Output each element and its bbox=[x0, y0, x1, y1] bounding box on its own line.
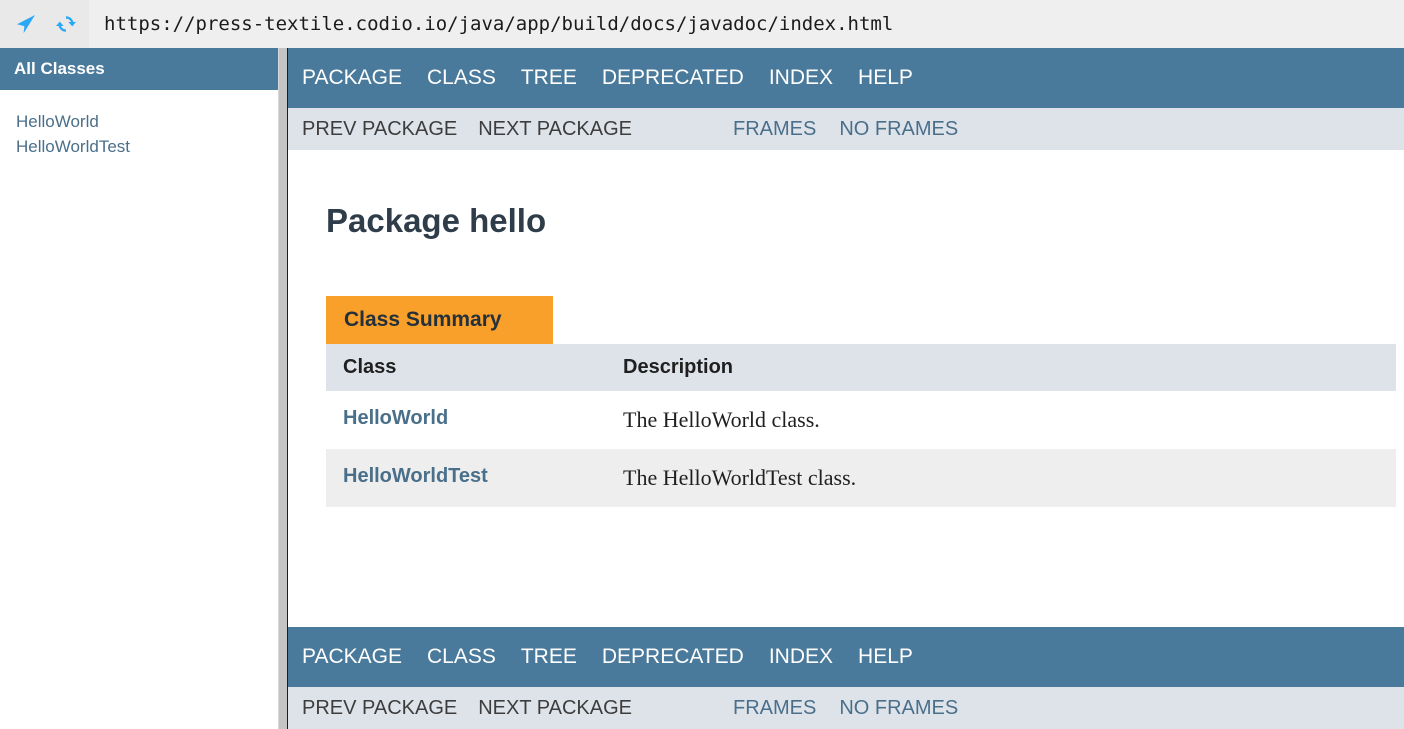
nav-class[interactable]: CLASS bbox=[427, 66, 496, 90]
frame-divider[interactable] bbox=[278, 48, 287, 729]
nav-deprecated[interactable]: DEPRECATED bbox=[602, 66, 744, 90]
next-package-label: NEXT PACKAGE bbox=[478, 117, 632, 140]
no-frames-link[interactable]: NO FRAMES bbox=[839, 118, 958, 141]
top-subnav: PREV PACKAGE NEXT PACKAGE FRAMES NO FRAM… bbox=[288, 108, 1404, 150]
nav-tree-bottom[interactable]: TREE bbox=[521, 645, 577, 669]
url-bar[interactable]: https://press-textile.codio.io/java/app/… bbox=[89, 0, 1404, 48]
class-link-helloworld[interactable]: HelloWorld bbox=[343, 407, 448, 429]
no-frames-link-bottom[interactable]: NO FRAMES bbox=[839, 697, 958, 720]
top-navbar: PACKAGE CLASS TREE DEPRECATED INDEX HELP bbox=[288, 48, 1404, 108]
nav-deprecated-bottom[interactable]: DEPRECATED bbox=[602, 645, 744, 669]
nav-class-bottom[interactable]: CLASS bbox=[427, 645, 496, 669]
nav-help[interactable]: HELP bbox=[858, 66, 913, 90]
nav-index-bottom[interactable]: INDEX bbox=[769, 645, 833, 669]
bottom-subnav: PREV PACKAGE NEXT PACKAGE FRAMES NO FRAM… bbox=[288, 687, 1404, 729]
toolbar-icon-group bbox=[0, 0, 89, 48]
prev-package-label: PREV PACKAGE bbox=[302, 117, 458, 140]
sidebar-item-helloworldtest[interactable]: HelloWorldTest bbox=[16, 134, 278, 159]
class-summary-section: Class Summary Class Description HelloWor… bbox=[326, 296, 1396, 507]
nav-package[interactable]: PACKAGE bbox=[302, 66, 402, 90]
table-row: HelloWorldTest The HelloWorldTest class. bbox=[326, 449, 1396, 507]
reload-icon[interactable] bbox=[54, 12, 78, 36]
url-text: https://press-textile.codio.io/java/app/… bbox=[104, 13, 894, 35]
class-summary-table: Class Description HelloWorld The HelloWo… bbox=[326, 344, 1396, 507]
all-classes-title: All Classes bbox=[14, 59, 105, 78]
table-cell-description: The HelloWorldTest class. bbox=[606, 449, 1396, 507]
table-cell-description: The HelloWorld class. bbox=[606, 391, 1396, 449]
table-cell-class: HelloWorld bbox=[326, 391, 606, 449]
package-content-frame: PACKAGE CLASS TREE DEPRECATED INDEX HELP… bbox=[287, 48, 1404, 729]
all-classes-frame: All Classes HelloWorld HelloWorldTest bbox=[0, 48, 278, 729]
all-classes-header: All Classes bbox=[0, 48, 278, 90]
table-header-row: Class Description bbox=[326, 344, 1396, 391]
page-title: Package hello bbox=[326, 202, 547, 239]
frames-link[interactable]: FRAMES bbox=[733, 118, 816, 141]
class-link-helloworldtest[interactable]: HelloWorldTest bbox=[343, 465, 488, 487]
navigate-arrow-icon[interactable] bbox=[14, 12, 38, 36]
next-package-label-bottom: NEXT PACKAGE bbox=[478, 696, 632, 719]
column-header-class: Class bbox=[326, 344, 606, 391]
sidebar-item-helloworld[interactable]: HelloWorld bbox=[16, 109, 278, 134]
all-classes-list: HelloWorld HelloWorldTest bbox=[0, 90, 278, 159]
column-header-description: Description bbox=[606, 344, 1396, 391]
table-cell-class: HelloWorldTest bbox=[326, 449, 606, 507]
bottom-navbar: PACKAGE CLASS TREE DEPRECATED INDEX HELP bbox=[288, 627, 1404, 687]
frames-link-bottom[interactable]: FRAMES bbox=[733, 697, 816, 720]
bottom-nav-wrapper: PACKAGE CLASS TREE DEPRECATED INDEX HELP… bbox=[288, 627, 1404, 729]
page-body: All Classes HelloWorld HelloWorldTest PA… bbox=[0, 48, 1404, 729]
nav-package-bottom[interactable]: PACKAGE bbox=[302, 645, 402, 669]
browser-toolbar: https://press-textile.codio.io/java/app/… bbox=[0, 0, 1404, 48]
prev-package-label-bottom: PREV PACKAGE bbox=[302, 696, 458, 719]
nav-tree[interactable]: TREE bbox=[521, 66, 577, 90]
class-summary-tab[interactable]: Class Summary bbox=[326, 296, 553, 344]
nav-index[interactable]: INDEX bbox=[769, 66, 833, 90]
table-row: HelloWorld The HelloWorld class. bbox=[326, 391, 1396, 449]
nav-help-bottom[interactable]: HELP bbox=[858, 645, 913, 669]
